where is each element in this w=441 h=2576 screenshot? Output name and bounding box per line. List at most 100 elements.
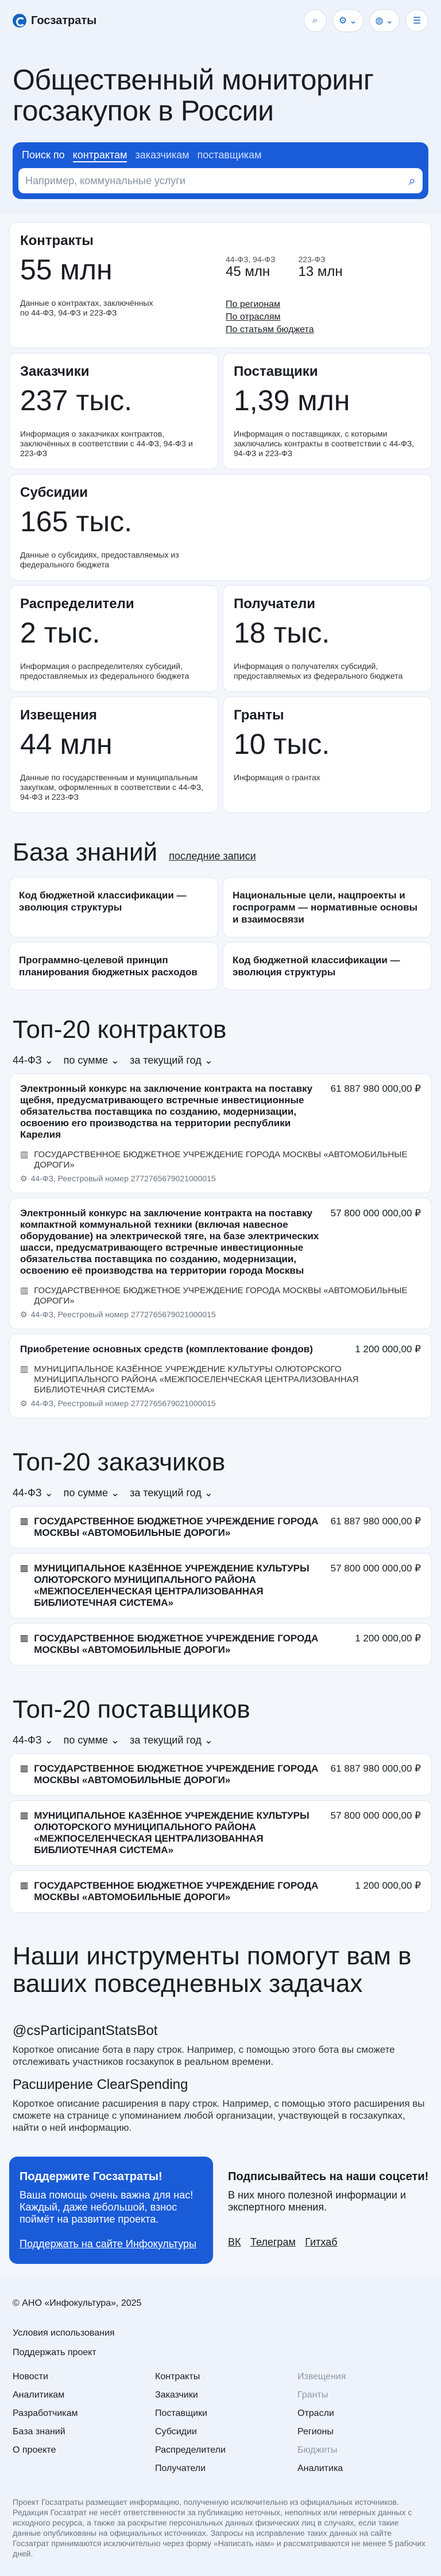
menu-button[interactable]: ☰ [405, 9, 428, 32]
list-item[interactable]: ▥ МУНИЦИПАЛЬНОЕ КАЗЁННОЕ УЧРЕЖДЕНИЕ КУЛЬТ… [9, 1800, 432, 1866]
vk-link[interactable]: ВК [228, 2236, 241, 2248]
kb-item[interactable]: Код бюджетной классификации — эволюция с… [9, 877, 218, 937]
recipients-card[interactable]: Получатели 18 тыс. Информация о получате… [223, 585, 432, 692]
grants-card[interactable]: Гранты 10 тыс. Информация о грантах [223, 696, 432, 813]
terms-link[interactable]: Условия использования [13, 2328, 428, 2338]
footer-link[interactable]: Контракты [155, 2372, 286, 2382]
copyright: © АНО «Инфокультура», 2025 [13, 2298, 142, 2308]
footer-link[interactable]: Новости [13, 2372, 144, 2382]
customers-list: ▥ ГОСУДАРСТВЕННОЕ БЮДЖЕТНОЕ УЧРЕЖДЕНИЕ ГО… [0, 1506, 441, 1666]
footer-link[interactable]: Субсидии [155, 2427, 286, 2437]
filter-sort[interactable]: по сумме [64, 1487, 119, 1499]
list-item[interactable]: Приобретение основных средств (комплекто… [9, 1334, 432, 1418]
contract-org: ГОСУДАРСТВЕННОЕ БЮДЖЕТНОЕ УЧРЕЖДЕНИЕ ГОР… [34, 1150, 408, 1170]
footer-link[interactable]: База знаний [13, 2427, 144, 2437]
page: Госзатраты ⌕ ⚙ ⌄ ◍ ⌄ ☰ Общественный монито… [0, 0, 441, 2576]
tool-name[interactable]: Расширение ClearSpending [13, 2077, 428, 2093]
contracts-desc: Данные о контрактах, заключённых по 44-Ф… [20, 298, 153, 317]
list-item[interactable]: ▥ ГОСУДАРСТВЕННОЕ БЮДЖЕТНОЕ УЧРЕЖДЕНИЕ ГО… [9, 1870, 432, 1913]
suppliers-card[interactable]: Поставщики 1,39 млн Информация о поставщ… [223, 353, 432, 469]
kb-item[interactable]: Национальные цели, нацпроекты и госпрогр… [223, 877, 432, 937]
contract-reg: 44-ФЗ, Реестровый номер 2772765679021000… [30, 1174, 216, 1183]
list-item[interactable]: ▥ ГОСУДАРСТВЕННОЕ БЮДЖЕТНОЕ УЧРЕЖДЕНИЕ ГО… [9, 1753, 432, 1796]
settings-button[interactable]: ⚙ ⌄ [332, 9, 363, 32]
search-button[interactable]: ⌕ [303, 9, 327, 32]
footer-link[interactable]: Заказчики [155, 2390, 286, 2400]
filter-law[interactable]: 44-ФЗ [13, 1487, 53, 1499]
search-tabs: Поиск по контрактам заказчикам поставщик… [18, 148, 423, 168]
search-label: Поиск по [22, 149, 65, 161]
supplier-amount: 57 800 000 000,00 ₽ [330, 1810, 421, 1821]
contract-title: Электронный конкурс на заключение контра… [20, 1208, 319, 1276]
footer-link[interactable]: Регионы [297, 2427, 428, 2437]
page-title: Общественный мониторинг госзакупок в Рос… [13, 64, 374, 127]
customers-card[interactable]: Заказчики 237 тыс. Информация о заказчик… [9, 353, 218, 469]
customer-name: ГОСУДАРСТВЕННОЕ БЮДЖЕТНОЕ УЧРЕЖДЕНИЕ ГОР… [34, 1633, 319, 1655]
footer-link[interactable]: Распределители [155, 2445, 286, 2456]
law1-value: 45 млн [226, 264, 270, 279]
list-item[interactable]: Электронный конкурс на заключение контра… [9, 1198, 432, 1329]
top-customers-header: Топ-20 заказчиков [0, 1423, 441, 1487]
tool-name[interactable]: @csParticipantStatsBot [13, 2023, 428, 2039]
search-input[interactable] [25, 174, 377, 187]
building-icon: ▥ [20, 1633, 29, 1643]
filter-sort[interactable]: по сумме [64, 1734, 119, 1746]
card-value: 165 тыс. [20, 505, 133, 538]
footer-link[interactable]: Получатели [155, 2464, 286, 2474]
list-item[interactable]: ▥ ГОСУДАРСТВЕННОЕ БЮДЖЕТНОЕ УЧРЕЖДЕНИЕ ГО… [9, 1506, 432, 1548]
card-value: 2 тыс. [20, 617, 100, 649]
contract-reg: 44-ФЗ, Реестровый номер 2772765679021000… [30, 1310, 216, 1319]
contract-amount: 1 200 000,00 ₽ [355, 1344, 421, 1355]
footer-link[interactable]: Поставщики [155, 2408, 286, 2419]
distributors-card[interactable]: Распределители 2 тыс. Информация о распр… [9, 585, 218, 692]
contract-title: Электронный конкурс на заключение контра… [20, 1083, 313, 1140]
list-item[interactable]: Электронный конкурс на заключение контра… [9, 1073, 432, 1193]
filter-period[interactable]: за текущий год [130, 1734, 213, 1746]
footer-link[interactable]: Извещения [297, 2372, 428, 2382]
notices-card[interactable]: Извещения 44 млн Данные по государственн… [9, 696, 218, 813]
tab-suppliers[interactable]: поставщикам [198, 149, 262, 162]
supplier-amount: 61 887 980 000,00 ₽ [330, 1763, 421, 1774]
footer-link[interactable]: Отрасли [297, 2408, 428, 2419]
github-link[interactable]: Гитхаб [305, 2236, 337, 2248]
filter-law[interactable]: 44-ФЗ [13, 1054, 53, 1067]
subsidies-card[interactable]: Субсидии 165 тыс. Данные о субсидиях, пр… [9, 474, 432, 581]
card-desc: Информация о получателях субсидий, предо… [234, 661, 403, 680]
link-by-industry[interactable]: По отраслям [226, 312, 421, 322]
list-item[interactable]: ▥ ГОСУДАРСТВЕННОЕ БЮДЖЕТНОЕ УЧРЕЖДЕНИЕ ГО… [9, 1623, 432, 1666]
kb-item[interactable]: Программно-целевой принцип планирования … [9, 942, 218, 990]
card-title: Извещения [20, 707, 97, 723]
customer-name: МУНИЦИПАЛЬНОЕ КАЗЁННОЕ УЧРЕЖДЕНИЕ КУЛЬТУ… [34, 1563, 310, 1608]
card-value: 44 млн [20, 728, 113, 760]
tool-desc: Короткое описание бота в пару строк. Нап… [13, 2044, 395, 2067]
card-title: Получатели [234, 596, 315, 612]
footer-link[interactable]: О проекте [13, 2445, 144, 2456]
filter-period[interactable]: за текущий год [130, 1054, 213, 1067]
footer-link[interactable]: Аналитика [297, 2464, 428, 2474]
tab-contracts[interactable]: контрактам [72, 149, 127, 162]
card-value: 18 тыс. [234, 617, 330, 649]
contracts-card[interactable]: Контракты 55 млн Данные о контрактах, за… [9, 222, 432, 348]
filter-law[interactable]: 44-ФЗ [13, 1734, 53, 1746]
tab-customers[interactable]: заказчикам [135, 149, 189, 162]
search-icon[interactable]: ⌕ [409, 173, 416, 188]
kb-item[interactable]: Код бюджетной классификации — эволюция с… [223, 942, 432, 990]
footer-link[interactable]: Разработчикам [13, 2408, 144, 2419]
filter-period[interactable]: за текущий год [130, 1487, 213, 1499]
language-button[interactable]: ◍ ⌄ [369, 9, 400, 32]
link-by-region[interactable]: По регионам [226, 299, 421, 310]
support-link[interactable]: Поддержать на сайте Инфокультуры [20, 2238, 196, 2250]
list-item[interactable]: ▥ МУНИЦИПАЛЬНОЕ КАЗЁННОЕ УЧРЕЖДЕНИЕ КУЛЬТ… [9, 1553, 432, 1618]
telegram-link[interactable]: Телеграм [250, 2236, 296, 2248]
donate-link[interactable]: Поддержать проект [13, 2348, 428, 2358]
footer-link[interactable]: Гранты [297, 2390, 428, 2400]
logo[interactable]: Госзатраты [13, 14, 96, 28]
footer-link[interactable]: Бюджеты [297, 2445, 428, 2456]
link-by-budget[interactable]: По статьям бюджета [226, 325, 421, 335]
filter-sort[interactable]: по сумме [64, 1054, 119, 1067]
kb-latest-link[interactable]: последние записи [169, 850, 256, 862]
gear-icon: ⚙ [20, 1310, 28, 1319]
kb-header: База знаний последние записи [0, 813, 441, 877]
kb-grid: Код бюджетной классификации — эволюция с… [0, 877, 441, 990]
footer-link[interactable]: Аналитикам [13, 2390, 144, 2400]
